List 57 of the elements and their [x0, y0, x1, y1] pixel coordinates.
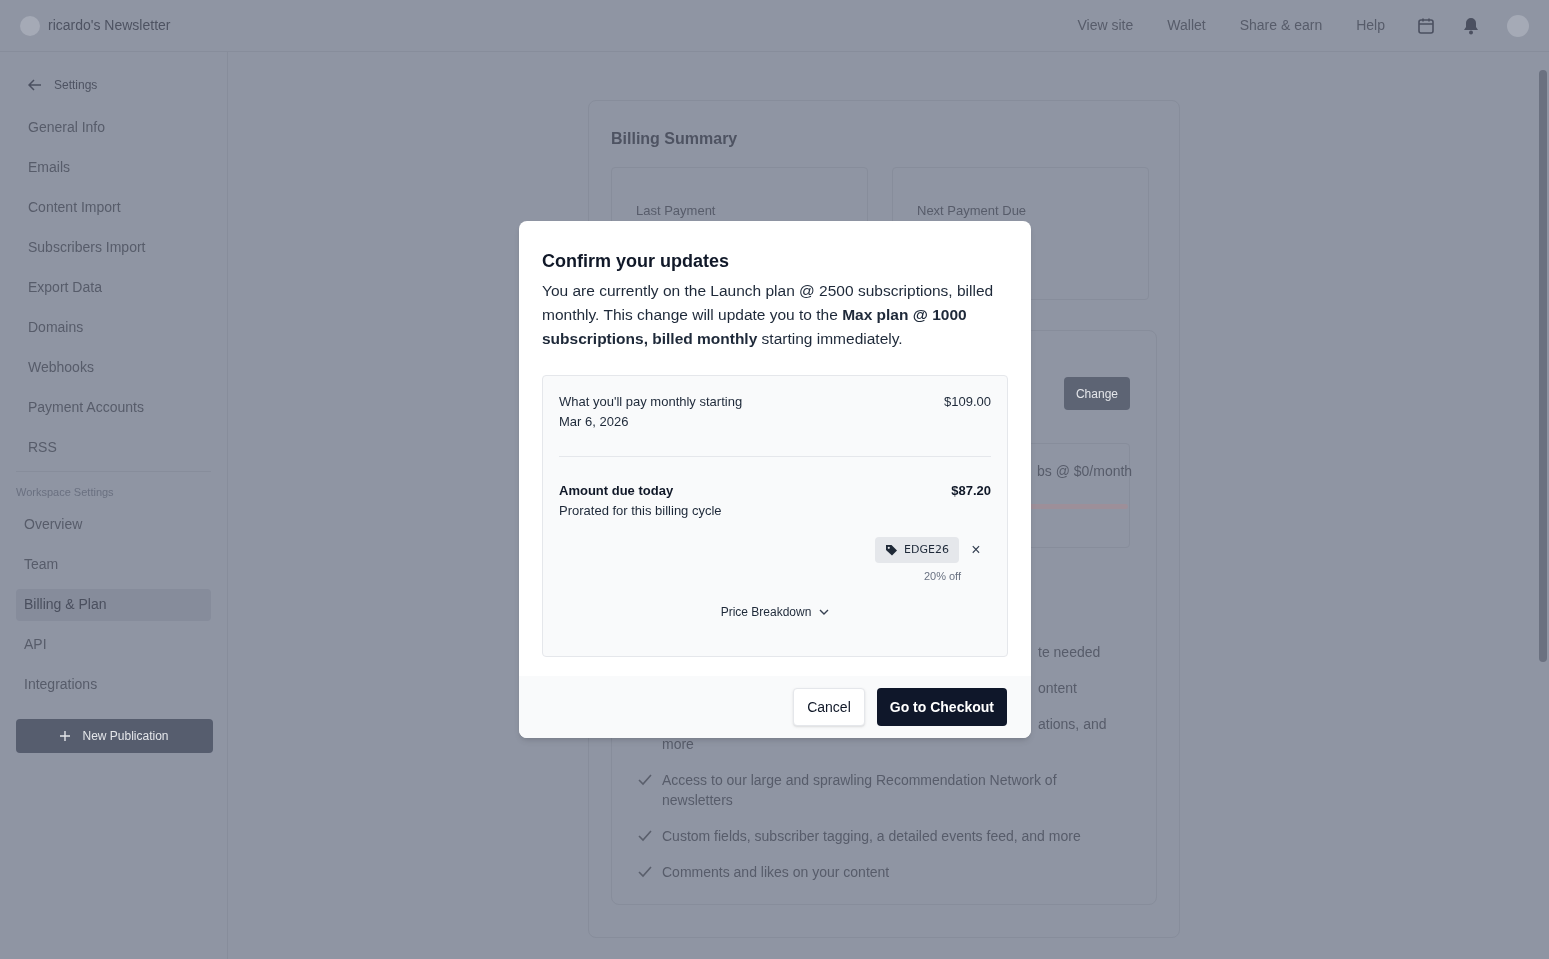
scrollbar[interactable]: [1539, 70, 1547, 662]
stat-label: Last Payment: [636, 203, 716, 218]
nav-link[interactable]: View site: [1077, 15, 1134, 36]
coupon-tag: EDGE26: [875, 537, 959, 563]
row-date: Mar 6, 2026: [559, 413, 630, 431]
feature-text: more: [662, 735, 695, 754]
sidebar-item[interactable]: Billing & Plan: [16, 588, 211, 621]
change-button[interactable]: Change: [1063, 377, 1130, 410]
row-label: What you'll pay monthly starting: [559, 393, 743, 411]
row-note: Prorated for this billing cycle: [559, 502, 722, 520]
stat-label: Next Payment Due: [917, 203, 1027, 218]
feature-text: Custom fields, subscriber tagging, a detailed events feed, and more: [662, 827, 1082, 846]
checkout-button[interactable]: Go to Checkout: [876, 688, 1007, 726]
modal-title: Confirm your updates: [542, 250, 730, 273]
new-publication-button[interactable]: New Publication: [16, 718, 213, 753]
price-breakdown-toggle[interactable]: Price Breakdown: [720, 602, 830, 621]
card-title: Billing Summary: [611, 129, 739, 149]
nav-link[interactable]: Help: [1356, 15, 1385, 36]
calendar-icon[interactable]: [1417, 16, 1435, 35]
feature-text: ontent: [1038, 679, 1077, 698]
check-icon: [638, 866, 652, 878]
feature-text: Access to our large and sprawling Recommendation Network of newsletters: [662, 771, 1058, 810]
cancel-button[interactable]: Cancel: [793, 688, 865, 726]
sidebar-item[interactable]: Overview: [16, 508, 211, 541]
check-icon: [638, 774, 652, 786]
feature-text: Comments and likes on your content: [662, 863, 891, 882]
bell-icon[interactable]: [1463, 16, 1479, 35]
row-label: Amount due today: [559, 482, 675, 500]
sidebar-item[interactable]: Subscribers Import: [20, 231, 211, 263]
plus-icon: [60, 730, 71, 741]
sidebar-item[interactable]: Integrations: [16, 668, 211, 701]
plan-text: bs @ $0/month: [1037, 462, 1133, 481]
sidebar-item[interactable]: API: [16, 628, 211, 661]
sidebar-item[interactable]: Webhooks: [20, 351, 211, 383]
nav-link[interactable]: Wallet: [1167, 15, 1206, 36]
chevron-icon: [819, 608, 830, 615]
discount-text: 20% off: [923, 569, 961, 584]
sidebar-item[interactable]: Domains: [20, 311, 211, 343]
sidebar-item[interactable]: Team: [16, 548, 211, 581]
modal-text: You are currently on the Launch plan @ 2500 subscriptions, billed monthly. This change will update you to the Max plan @ 1000 subscriptions, billed monthly starting immediately.: [542, 281, 995, 349]
publication-name[interactable]: ricardo's Newsletter: [48, 15, 171, 36]
nav-link[interactable]: Share & earn: [1239, 15, 1323, 36]
feature-text: ations, and: [1038, 715, 1107, 734]
check-icon: [638, 830, 652, 842]
back-arrow-icon[interactable]: [28, 79, 42, 91]
sidebar-item[interactable]: Payment Accounts: [20, 391, 211, 423]
feature-text: te needed: [1038, 643, 1101, 662]
row-amount: $109.00: [944, 393, 991, 411]
sidebar-item[interactable]: RSS: [20, 431, 211, 463]
row-amount: $87.20: [951, 482, 991, 500]
sidebar-item[interactable]: Emails: [20, 151, 211, 183]
sidebar-item[interactable]: General Info: [20, 111, 211, 143]
sidebar-item[interactable]: Export Data: [20, 271, 211, 303]
sidebar-item[interactable]: Content Import: [20, 191, 211, 223]
remove-coupon-button[interactable]: ×: [969, 538, 983, 562]
settings-link[interactable]: Settings: [54, 76, 98, 94]
tag-icon: [885, 543, 899, 557]
